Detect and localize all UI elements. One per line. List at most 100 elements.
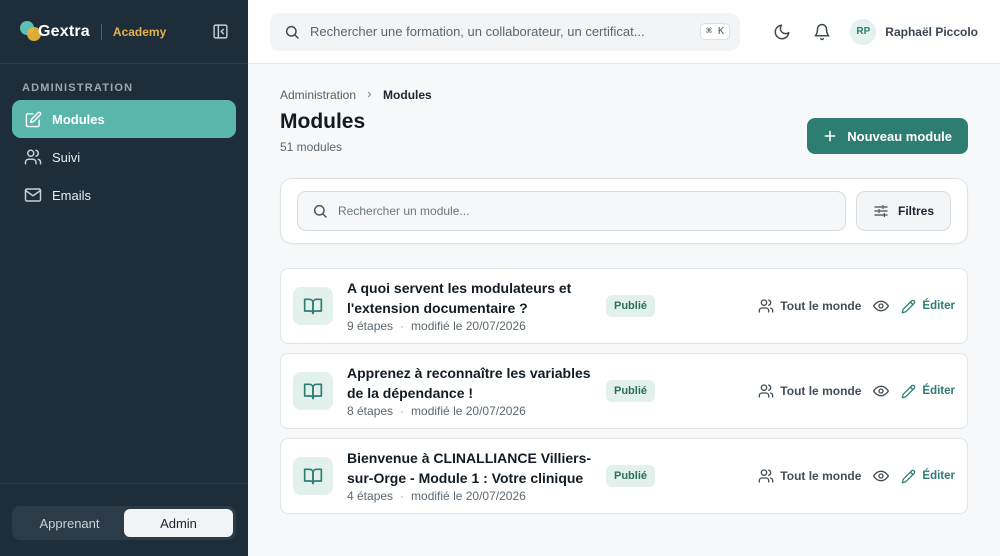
content: Administration Modules Modules 51 module… [248,64,1000,556]
mode-toggle: Apprenant Admin [12,506,236,540]
eye-icon [873,300,890,312]
module-modified: modifié le 20/07/2026 [411,319,526,333]
search-icon [285,25,299,39]
book-open-icon [293,372,333,410]
sidebar-item-modules[interactable]: Modules [12,100,236,138]
module-meta: 4 étapes · modifié le 20/07/2026 [347,489,592,503]
chevron-right-icon [365,88,374,102]
module-meta: 9 étapes · modifié le 20/07/2026 [347,319,592,333]
meta-separator: · [400,404,405,418]
sidebar-item-emails[interactable]: Emails [12,176,236,214]
edit-button[interactable]: Éditer [901,384,955,399]
audience-text: Tout le monde [780,384,862,398]
module-title[interactable]: Bienvenue à CLINALLIANCE Villiers-sur-Or… [347,449,592,488]
module-search-placeholder: Rechercher un module... [338,204,470,218]
user-name[interactable]: Raphaël Piccolo [885,25,978,39]
module-steps: 9 étapes [347,319,394,333]
users-icon [758,298,774,314]
module-info: A quoi servent les modulateurs et l'exte… [347,279,592,333]
logo[interactable]: Gextra [20,20,90,43]
topbar: Rechercher une formation, un collaborate… [248,0,1000,64]
module-actions: Tout le monde Éditer [758,383,955,399]
edit-label: Éditer [922,470,955,482]
edit-label: Éditer [922,385,955,397]
module-search-input[interactable]: Rechercher un module... [297,191,846,231]
module-modified: modifié le 20/07/2026 [411,489,526,503]
preview-button[interactable] [873,383,890,399]
global-search-input[interactable]: Rechercher une formation, un collaborate… [270,12,740,51]
module-row[interactable]: Bienvenue à CLINALLIANCE Villiers-sur-Or… [280,438,968,514]
mode-learner-button[interactable]: Apprenant [15,509,124,537]
search-icon [313,204,327,218]
moon-icon [774,24,790,39]
status-badge: Publié [606,380,656,402]
filters-button[interactable]: Filtres [855,191,951,231]
collapse-sidebar-button[interactable] [210,22,230,42]
sidebar-footer: Apprenant Admin [0,483,248,556]
meta-separator: · [400,489,405,503]
bell-icon [814,23,830,40]
notifications-button[interactable] [808,18,836,46]
eye-icon [873,385,890,397]
module-steps: 8 étapes [347,404,394,418]
new-module-button[interactable]: Nouveau module [807,118,968,154]
breadcrumb-current: Modules [383,88,432,102]
users-icon [758,468,774,484]
top-actions: RP Raphaël Piccolo [756,18,978,46]
mail-icon [24,186,42,204]
book-open-icon [293,457,333,495]
edit-label: Éditer [922,300,955,312]
module-actions: Tout le monde Éditer [758,468,955,484]
audience-label: Tout le monde [758,298,861,314]
module-title[interactable]: Apprenez à reconnaître les variables de … [347,364,592,403]
audience-text: Tout le monde [780,469,862,483]
avatar[interactable]: RP [850,18,877,45]
module-steps: 4 étapes [347,489,394,503]
theme-toggle-button[interactable] [768,18,796,46]
sidebar-item-label: Emails [52,187,92,203]
module-modified: modifié le 20/07/2026 [411,404,526,418]
filter-bar: Rechercher un module... Filtres [280,178,968,244]
edit-button[interactable]: Éditer [901,469,955,484]
pencil-icon [901,299,916,314]
mode-admin-button[interactable]: Admin [124,509,233,537]
audience-text: Tout le monde [780,299,862,313]
brand-product: Academy [112,24,167,39]
sidebar-item-suivi[interactable]: Suivi [12,138,236,176]
search-shortcut-hint: ⌘ K [699,23,730,40]
main-area: Rechercher une formation, un collaborate… [248,0,1000,556]
eye-icon [873,470,890,482]
module-meta: 8 étapes · modifié le 20/07/2026 [347,404,592,418]
users-icon [758,383,774,399]
sliders-icon [873,203,889,219]
book-open-icon [293,287,333,325]
sidebar: Gextra Academy ADMINISTRATION Modules Su… [0,0,248,556]
filters-label: Filtres [897,204,934,218]
module-list: A quoi servent les modulateurs et l'exte… [280,268,968,514]
brand-divider [100,23,102,40]
pencil-icon [901,469,916,484]
breadcrumb: Administration Modules [280,88,968,102]
edit-button[interactable]: Éditer [901,299,955,314]
breadcrumb-administration[interactable]: Administration [280,88,356,102]
page-title: Modules [280,110,366,133]
module-row[interactable]: A quoi servent les modulateurs et l'exte… [280,268,968,344]
preview-button[interactable] [873,298,890,314]
sidebar-item-label: Modules [52,111,105,127]
sidebar-item-label: Suivi [52,149,81,165]
app-root: Gextra Academy ADMINISTRATION Modules Su… [0,0,1000,556]
status-badge: Publié [606,295,656,317]
preview-button[interactable] [873,468,890,484]
module-row[interactable]: Apprenez à reconnaître les variables de … [280,353,968,429]
sidebar-collapse-icon [212,24,228,39]
status-badge: Publié [606,465,656,487]
meta-separator: · [400,319,405,333]
nav-section-title: ADMINISTRATION [22,82,134,94]
edit-square-icon [24,110,42,128]
plus-icon [823,129,837,143]
module-title[interactable]: A quoi servent les modulateurs et l'exte… [347,279,592,318]
module-info: Bienvenue à CLINALLIANCE Villiers-sur-Or… [347,449,592,503]
module-info: Apprenez à reconnaître les variables de … [347,364,592,418]
audience-label: Tout le monde [758,383,861,399]
audience-label: Tout le monde [758,468,861,484]
